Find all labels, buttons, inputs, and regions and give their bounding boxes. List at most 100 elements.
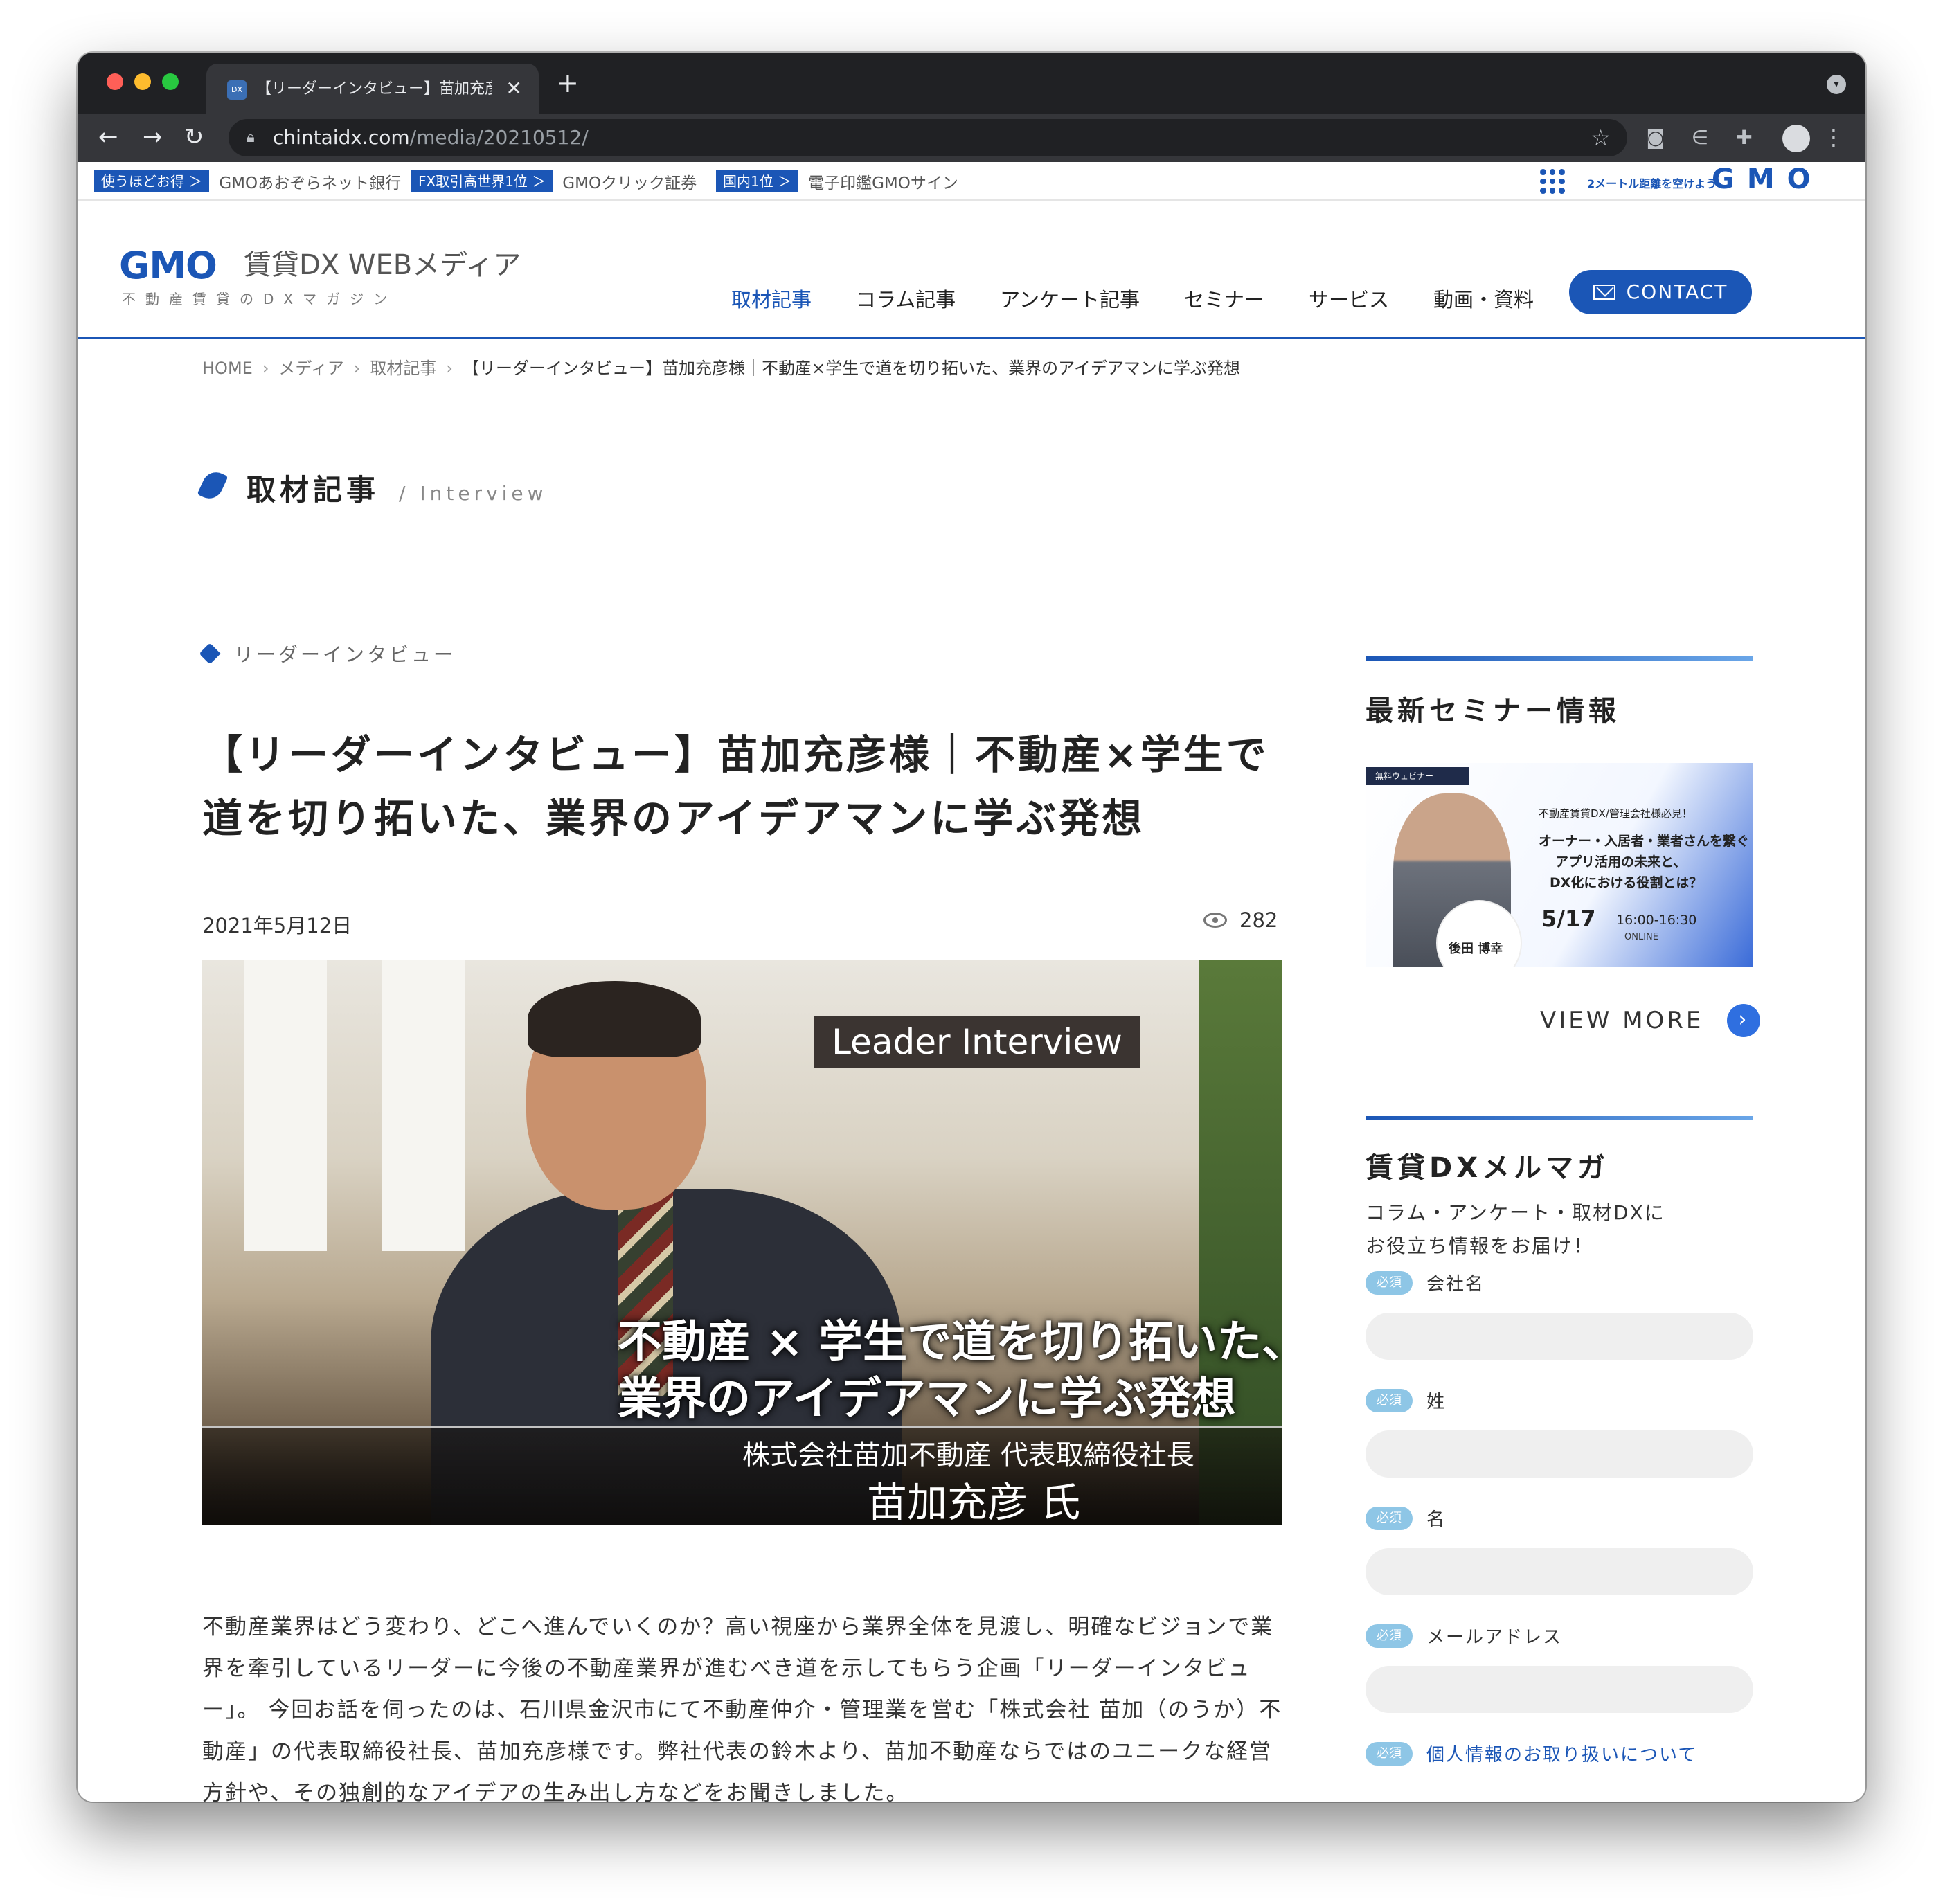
main-nav: 取材記事 コラム記事 アンケート記事 セミナー サービス 動画・資料 xyxy=(731,284,1578,313)
article-title: 【リーダーインタビュー】苗加充彦様｜不動産×学生で道を切り拓いた、業界のアイデア… xyxy=(202,731,1269,842)
person-hair-decor xyxy=(528,981,701,1057)
tag-icon xyxy=(199,643,221,665)
tab-bar: DX 【リーダーインタビュー】苗加充彦様｜不動産×学生で道を切り拓いた、業界のア… xyxy=(78,53,1865,114)
field-label-company: 必須 会社名 xyxy=(1366,1270,1485,1295)
article-date: 2021年5月12日 xyxy=(202,914,352,937)
nav-item-interview[interactable]: 取材記事 xyxy=(731,284,812,313)
pen-icon xyxy=(197,467,229,503)
browser-toolbar: ← → ↻ 🔒︎ chintaidx.com/media/20210512/ ☆… xyxy=(78,114,1865,162)
required-badge: 必須 xyxy=(1366,1388,1413,1412)
last-name-input[interactable] xyxy=(1366,1430,1753,1478)
sidebar-divider xyxy=(1366,656,1753,661)
privacy-policy-link[interactable]: 個人情報のお取り扱いについて xyxy=(1426,1741,1697,1766)
newsletter-desc-line1: コラム・アンケート・取材DXに xyxy=(1366,1201,1665,1224)
view-count-value: 282 xyxy=(1239,908,1278,932)
lock-icon[interactable]: 🔒︎ xyxy=(247,129,255,146)
close-tab-icon[interactable]: ✕ xyxy=(506,76,522,101)
breadcrumb-interview[interactable]: 取材記事 xyxy=(370,359,436,378)
banner-online: ONLINE xyxy=(1624,932,1658,942)
article-category[interactable]: リーダーインタビュー xyxy=(199,640,456,667)
hero-image: Leader Interview 不動産 × 学生で道を切り拓いた、 業界のアイ… xyxy=(202,960,1282,1525)
seminar-section-title: 最新セミナー情報 xyxy=(1366,695,1620,727)
banner-line-2: オーナー・入居者・業者さんを繋ぐ xyxy=(1539,834,1750,849)
new-tab-icon[interactable]: + xyxy=(557,68,579,98)
privacy-row: 必須 個人情報のお取り扱いについて xyxy=(1366,1741,1697,1766)
promo-badge: FX取引高世界1位 ＞ xyxy=(411,170,553,192)
back-arrow-icon[interactable]: ← xyxy=(98,123,118,151)
promo-text: 電子印鑑GMOサイン xyxy=(808,174,958,192)
speaker-name: 後田 博幸 xyxy=(1449,942,1503,956)
required-badge: 必須 xyxy=(1366,1270,1413,1295)
promo-text: GMOクリック証券 xyxy=(562,174,697,192)
tab-title: 【リーダーインタビュー】苗加充彦様｜不動産×学生で道を切り拓いた、業界のアイデア… xyxy=(256,80,492,98)
nav-item-video[interactable]: 動画・資料 xyxy=(1433,284,1534,313)
browser-tab-active[interactable]: DX 【リーダーインタビュー】苗加充彦様｜不動産×学生で道を切り拓いた、業界のア… xyxy=(206,64,539,114)
bookmark-star-icon[interactable]: ☆ xyxy=(1591,125,1611,151)
newsletter-description: コラム・アンケート・取材DXに お役立ち情報をお届け！ xyxy=(1366,1196,1665,1263)
promo-link-bank[interactable]: 使うほどお得 ＞ GMOあおぞらネット銀行 xyxy=(94,170,401,192)
close-window-button[interactable] xyxy=(107,73,123,90)
minimize-window-button[interactable] xyxy=(134,73,151,90)
url-text: chintaidx.com/media/20210512/ xyxy=(273,126,589,149)
nav-item-column[interactable]: コラム記事 xyxy=(856,284,956,313)
extension-icon[interactable]: ∈ xyxy=(1688,126,1712,150)
site-logo-gmo[interactable]: GMO xyxy=(119,244,217,287)
view-count: 282 xyxy=(1203,908,1278,932)
chevron-right-icon: › xyxy=(262,359,269,378)
newsletter-desc-line2: お役立ち情報をお届け！ xyxy=(1366,1234,1595,1257)
label-text: 姓 xyxy=(1426,1392,1447,1412)
newsletter-title: 賃貸DXメルマガ xyxy=(1366,1152,1610,1184)
hero-company: 株式会社苗加不動産 代表取締役社長 xyxy=(742,1439,1194,1471)
nav-item-service[interactable]: サービス xyxy=(1309,284,1389,313)
section-title: 取材記事 xyxy=(247,473,380,507)
address-bar[interactable]: 🔒︎ chintaidx.com/media/20210512/ ☆ xyxy=(229,119,1627,156)
site-logo-title[interactable]: 賃貸DX WEBメディア xyxy=(244,242,521,282)
promo-link-click-sec[interactable]: FX取引高世界1位 ＞ GMOクリック証券 xyxy=(411,170,697,192)
seminar-banner[interactable]: 無料ウェビナー 後田 博幸 不動産賃貸DX/管理会社様必見！ オーナー・入居者・… xyxy=(1366,763,1753,967)
web-page: 使うほどお得 ＞ GMOあおぞらネット銀行 FX取引高世界1位 ＞ GMOクリッ… xyxy=(78,162,1865,1802)
contact-label: CONTACT xyxy=(1626,280,1728,303)
view-more-link[interactable]: VIEW MORE › xyxy=(1540,1004,1761,1037)
contact-button[interactable]: CONTACT xyxy=(1569,270,1752,314)
hero-caption-line1: 不動産 × 学生で道を切り拓いた、 xyxy=(618,1317,1282,1368)
site-header: GMO 賃貸DX WEBメディア 不動産賃貸のDXマガジン 取材記事 コラム記事… xyxy=(78,202,1865,339)
gmo-group-bar: 使うほどお得 ＞ GMOあおぞらネット銀行 FX取引高世界1位 ＞ GMOクリッ… xyxy=(78,162,1865,201)
hero-person-name: 苗加充彦 氏 xyxy=(867,1479,1081,1525)
forward-arrow-icon[interactable]: → xyxy=(143,123,163,151)
banner-date: 5/17 xyxy=(1541,906,1596,932)
browser-window: DX 【リーダーインタビュー】苗加充彦様｜不動産×学生で道を切り拓いた、業界のア… xyxy=(78,53,1865,1802)
maximize-window-button[interactable] xyxy=(162,73,179,90)
banner-line-3: アプリ活用の未来と、 xyxy=(1555,854,1687,870)
leader-interview-badge: Leader Interview xyxy=(814,1016,1140,1068)
promo-link-sign[interactable]: 国内1位 ＞ 電子印鑑GMOサイン xyxy=(716,170,958,192)
first-name-input[interactable] xyxy=(1366,1548,1753,1595)
reload-icon[interactable]: ↻ xyxy=(184,123,204,151)
field-label-last-name: 必須 姓 xyxy=(1366,1387,1446,1413)
breadcrumb: HOME › メディア › 取材記事 › 【リーダーインタビュー】苗加充彦様｜不動産×学生で… xyxy=(202,354,1240,379)
puzzle-extensions-icon[interactable]: ✚ xyxy=(1732,126,1756,150)
keep-distance-text: 2メートル距離を空けよう xyxy=(1587,177,1717,190)
banner-line-1: 不動産賃貸DX/管理会社様必見！ xyxy=(1539,807,1692,820)
field-label-email: 必須 メールアドレス xyxy=(1366,1623,1562,1649)
tab-search-icon[interactable]: ▾ xyxy=(1827,75,1846,94)
category-label: リーダーインタビュー xyxy=(234,643,456,666)
nav-item-survey[interactable]: アンケート記事 xyxy=(1000,284,1140,313)
mail-icon xyxy=(1593,285,1615,300)
webinar-tag: 無料ウェビナー xyxy=(1366,767,1469,785)
gmo-apps-grid-icon[interactable] xyxy=(1540,169,1565,194)
company-name-input[interactable] xyxy=(1366,1313,1753,1360)
nav-item-seminar[interactable]: セミナー xyxy=(1184,284,1264,313)
breadcrumb-home[interactable]: HOME xyxy=(202,359,253,378)
label-text: 会社名 xyxy=(1426,1274,1485,1295)
site-logo-subtitle: 不動産賃貸のDXマガジン xyxy=(122,291,397,307)
more-menu-icon[interactable]: ⋮ xyxy=(1823,122,1845,152)
profile-avatar-icon[interactable] xyxy=(1782,125,1810,152)
sidebar-divider xyxy=(1366,1116,1753,1120)
gmo-group-logo[interactable]: GMO xyxy=(1712,163,1823,195)
banner-line-4: DX化における役割とは？ xyxy=(1550,875,1703,890)
email-input[interactable] xyxy=(1366,1666,1753,1713)
required-badge: 必須 xyxy=(1366,1506,1413,1530)
breadcrumb-media[interactable]: メディア xyxy=(278,359,343,378)
required-badge: 必須 xyxy=(1366,1624,1413,1648)
camera-extension-icon[interactable]: ◙ xyxy=(1644,126,1667,150)
